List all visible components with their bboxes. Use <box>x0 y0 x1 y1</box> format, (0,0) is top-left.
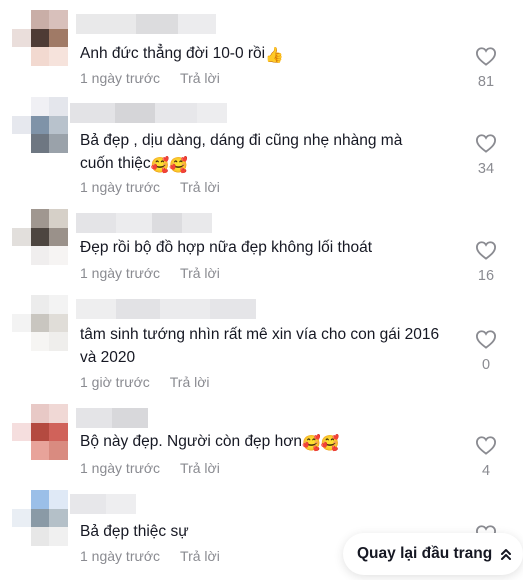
reply-button[interactable]: Trả lời <box>180 548 220 564</box>
heart-icon[interactable] <box>475 329 497 349</box>
back-to-top-label: Quay lại đầu trang <box>357 545 493 562</box>
avatar[interactable] <box>12 490 68 546</box>
heart-icon[interactable] <box>475 133 497 153</box>
username-blurred[interactable] <box>70 494 136 514</box>
comment-meta: 1 ngày trước Trả lời <box>80 70 220 86</box>
comment-text: tâm sinh tướng nhìn rất mê xin vía cho c… <box>80 326 440 366</box>
avatar[interactable] <box>12 209 68 265</box>
avatar[interactable] <box>12 10 68 66</box>
comment-time: 1 ngày trước <box>80 460 161 476</box>
comment-time: 1 ngày trước <box>80 70 161 86</box>
chevron-double-up-icon <box>501 549 512 560</box>
comment-meta: 1 giờ trước Trả lời <box>80 374 210 390</box>
username-blurred[interactable] <box>76 299 256 319</box>
like-count: 81 <box>477 74 495 90</box>
avatar[interactable] <box>12 295 68 351</box>
comment-text: Bả đẹp , dịu dàng, dáng đi cũng nhẹ nhàn… <box>80 132 403 174</box>
username-blurred[interactable] <box>70 103 227 123</box>
like-group: 81 <box>468 46 504 90</box>
smiling-hearts-emoji: 🥰🥰 <box>150 157 189 174</box>
comment-time: 1 giờ trước <box>80 374 150 390</box>
reply-button[interactable]: Trả lời <box>170 374 210 390</box>
heart-icon[interactable] <box>475 46 497 66</box>
like-count: 16 <box>477 268 495 284</box>
like-group: 34 <box>468 133 504 177</box>
like-count: 4 <box>481 463 491 479</box>
comment-time: 1 ngày trước <box>80 179 161 195</box>
like-group: 4 <box>468 435 504 479</box>
comment-meta: 1 ngày trước Trả lời <box>80 460 220 476</box>
comment-meta: 1 ngày trước Trả lời <box>80 265 220 281</box>
reply-button[interactable]: Trả lời <box>180 460 220 476</box>
username-blurred[interactable] <box>76 213 212 233</box>
comment-text: Đẹp rồi bộ đồ hợp nữa đẹp không lối thoá… <box>80 239 372 256</box>
comment-time: 1 ngày trước <box>80 265 161 281</box>
comment-time: 1 ngày trước <box>80 548 161 564</box>
comment-meta: 1 ngày trước Trả lời <box>80 179 220 195</box>
heart-icon[interactable] <box>475 435 497 455</box>
avatar[interactable] <box>12 404 68 460</box>
reply-button[interactable]: Trả lời <box>180 265 220 281</box>
username-blurred[interactable] <box>76 14 216 34</box>
back-to-top-button[interactable]: Quay lại đầu trang <box>343 533 523 575</box>
reply-button[interactable]: Trả lời <box>180 70 220 86</box>
heart-icon[interactable] <box>475 240 497 260</box>
thumbs-up-emoji: 👍 <box>265 47 284 64</box>
like-count: 34 <box>477 161 495 177</box>
like-group: 0 <box>468 329 504 373</box>
like-count: 0 <box>481 357 491 373</box>
like-group: 16 <box>468 240 504 284</box>
comment-text: Anh đức thẳng đời 10-0 rồi👍 <box>80 45 284 64</box>
username-blurred[interactable] <box>76 408 148 428</box>
smiling-hearts-emoji: 🥰🥰 <box>302 435 340 452</box>
comment-text: Bộ này đẹp. Người còn đẹp hơn🥰🥰 <box>80 433 340 452</box>
avatar[interactable] <box>12 97 68 153</box>
comment-meta: 1 ngày trước Trả lời <box>80 548 220 564</box>
reply-button[interactable]: Trả lời <box>180 179 220 195</box>
